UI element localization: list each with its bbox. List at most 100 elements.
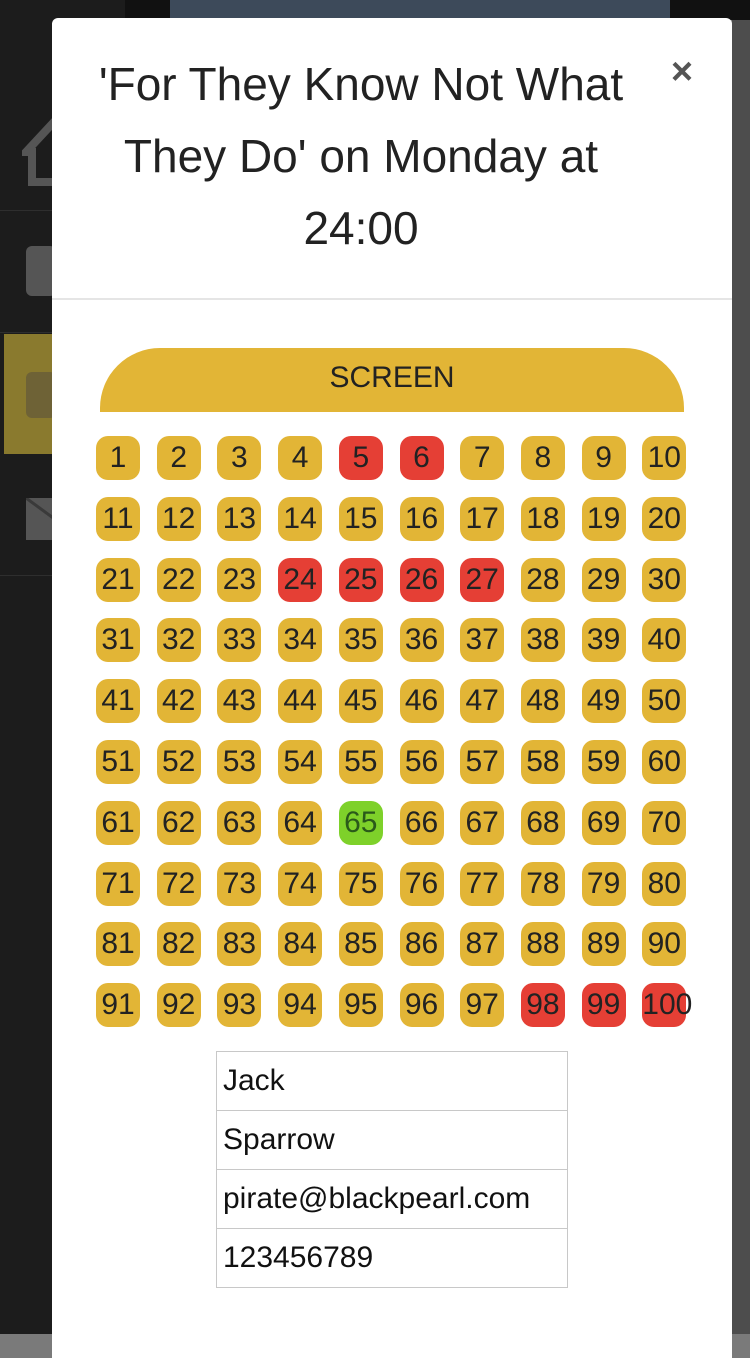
seat-52[interactable]: 52 [156,740,201,784]
seat-34[interactable]: 34 [278,618,323,663]
seat-1[interactable]: 1 [96,436,140,480]
seat-43[interactable]: 43 [217,679,262,724]
seat-83[interactable]: 83 [217,922,262,967]
seat-53[interactable]: 53 [217,740,262,784]
seat-61[interactable]: 61 [96,800,140,845]
seat-86[interactable]: 86 [399,922,444,967]
seat-58[interactable]: 58 [520,740,565,784]
seat-22[interactable]: 22 [156,557,201,602]
seat-89[interactable]: 89 [581,922,626,967]
seat-75[interactable]: 75 [338,861,383,906]
seat-88[interactable]: 88 [520,922,565,967]
seat-8[interactable]: 8 [520,436,565,480]
seat-64[interactable]: 64 [278,800,323,845]
seat-20[interactable]: 20 [642,496,687,541]
seat-79[interactable]: 79 [581,861,626,906]
seat-42[interactable]: 42 [156,679,201,724]
seat-60[interactable]: 60 [642,740,687,784]
seat-69[interactable]: 69 [581,800,626,845]
seat-33[interactable]: 33 [217,618,262,663]
seat-31[interactable]: 31 [96,618,140,663]
seat-51[interactable]: 51 [96,740,140,784]
seat-4[interactable]: 4 [278,436,323,480]
seat-96[interactable]: 96 [399,983,444,1028]
seat-3[interactable]: 3 [217,436,262,480]
seat-65[interactable]: 65 [338,800,383,845]
seat-18[interactable]: 18 [520,496,565,541]
seat-73[interactable]: 73 [217,861,262,906]
seat-94[interactable]: 94 [278,983,323,1028]
seat-91[interactable]: 91 [96,983,140,1028]
seat-76[interactable]: 76 [399,861,444,906]
seat-72[interactable]: 72 [156,861,201,906]
last-name-input[interactable] [216,1110,568,1170]
seat-55[interactable]: 55 [338,740,383,784]
seat-81[interactable]: 81 [96,922,140,967]
seat-93[interactable]: 93 [217,983,262,1028]
seat-23[interactable]: 23 [217,557,262,602]
seat-38[interactable]: 38 [520,618,565,663]
seat-35[interactable]: 35 [338,618,383,663]
seat-82[interactable]: 82 [156,922,201,967]
seat-19[interactable]: 19 [581,496,626,541]
seat-57[interactable]: 57 [460,740,505,784]
seat-80[interactable]: 80 [642,861,687,906]
booking-modal: 'For They Know Not What They Do' on Mond… [52,18,732,1358]
seat-15[interactable]: 15 [338,496,383,541]
seat-44[interactable]: 44 [278,679,323,724]
seat-26: 26 [399,557,444,602]
seat-54[interactable]: 54 [278,740,323,784]
seat-11[interactable]: 11 [96,496,140,541]
seat-50[interactable]: 50 [642,679,687,724]
seat-74[interactable]: 74 [278,861,323,906]
seat-47[interactable]: 47 [460,679,505,724]
seat-32[interactable]: 32 [156,618,201,663]
seat-48[interactable]: 48 [520,679,565,724]
seat-87[interactable]: 87 [460,922,505,967]
seat-45[interactable]: 45 [338,679,383,724]
seat-66[interactable]: 66 [399,800,444,845]
seat-68[interactable]: 68 [520,800,565,845]
seat-36[interactable]: 36 [399,618,444,663]
seat-14[interactable]: 14 [278,496,323,541]
seat-29[interactable]: 29 [581,557,626,602]
seat-16[interactable]: 16 [399,496,444,541]
first-name-input[interactable] [216,1051,568,1111]
seat-95[interactable]: 95 [338,983,383,1028]
seat-92[interactable]: 92 [156,983,201,1028]
phone-input[interactable] [216,1228,568,1288]
seat-30[interactable]: 30 [642,557,687,602]
seat-28[interactable]: 28 [520,557,565,602]
seat-9[interactable]: 9 [581,436,626,480]
seat-63[interactable]: 63 [217,800,262,845]
seat-49[interactable]: 49 [581,679,626,724]
seat-13[interactable]: 13 [217,496,262,541]
seat-46[interactable]: 46 [399,679,444,724]
seat-62[interactable]: 62 [156,800,201,845]
seat-10[interactable]: 10 [642,436,687,480]
seat-85[interactable]: 85 [338,922,383,967]
seat-56[interactable]: 56 [399,740,444,784]
seat-40[interactable]: 40 [642,618,687,663]
seat-77[interactable]: 77 [460,861,505,906]
seat-37[interactable]: 37 [460,618,505,663]
seat-71[interactable]: 71 [96,861,140,906]
seat-12[interactable]: 12 [156,496,201,541]
seat-59[interactable]: 59 [581,740,626,784]
close-button[interactable]: × [662,52,702,92]
email-input[interactable] [216,1169,568,1229]
seat-97[interactable]: 97 [460,983,505,1028]
seat-17[interactable]: 17 [460,496,505,541]
title-line: 'For They Know Not What [98,58,624,110]
seat-78[interactable]: 78 [520,861,565,906]
seat-21[interactable]: 21 [96,557,140,602]
seat-90[interactable]: 90 [642,922,687,967]
seat-41[interactable]: 41 [96,679,140,724]
seat-70[interactable]: 70 [642,800,687,845]
seat-84[interactable]: 84 [278,922,323,967]
seat-67[interactable]: 67 [460,800,505,845]
seat-39[interactable]: 39 [581,618,626,663]
seat-2[interactable]: 2 [156,436,201,480]
seat-7[interactable]: 7 [460,436,505,480]
title-line: They Do' on Monday at [123,130,599,182]
